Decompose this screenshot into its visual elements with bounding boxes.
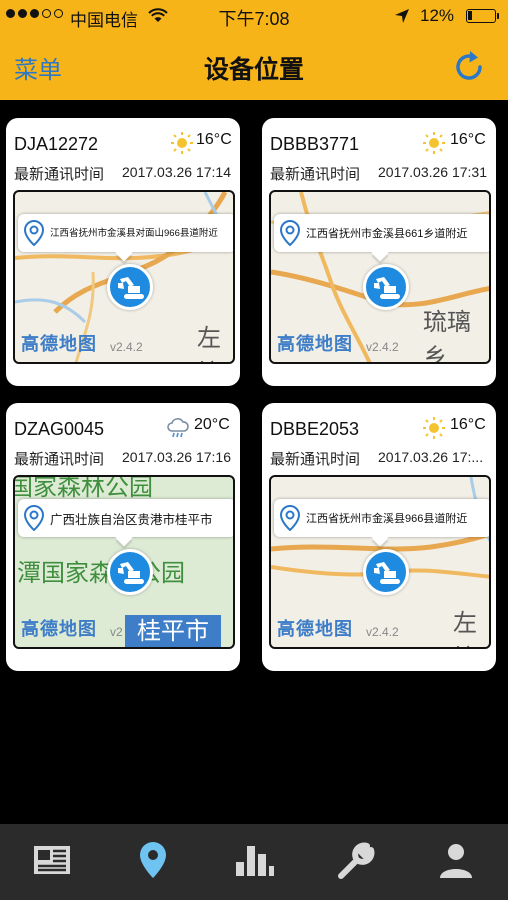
map-provider-logo: 高德地图 <box>277 619 353 639</box>
map-city-label: 桂平市 <box>125 615 221 647</box>
map-version: v2 <box>110 625 123 639</box>
map-version: v2.4.2 <box>110 340 143 354</box>
location-map[interactable]: 琉璃乡 江西省抚州市金溪县661乡道附近 高德地图 v2.4.2 <box>269 190 491 364</box>
temperature: 20°C <box>194 416 230 433</box>
temperature: 16°C <box>450 416 486 433</box>
device-id: DZAG0045 <box>14 419 105 439</box>
location-pin-icon <box>280 505 300 531</box>
address-bubble: 江西省抚州市金溪县966县道附近 <box>274 499 489 537</box>
sunny-icon <box>171 132 193 154</box>
excavator-icon <box>374 562 400 584</box>
excavator-icon <box>374 277 400 299</box>
comm-time-label: 最新通讯时间 <box>270 451 361 468</box>
battery-icon <box>466 9 499 23</box>
status-bar: 中国电信 下午7:08 12% <box>0 0 508 32</box>
comm-time-label: 最新通讯时间 <box>14 166 105 183</box>
device-card[interactable]: DBBE2053 16°C 最新通讯时间 2017.03.26 17:... 左… <box>262 403 496 671</box>
address-bubble: 广西壮族自治区贵港市桂平市 <box>18 499 233 537</box>
address-bubble: 江西省抚州市金溪县对面山966县道附近 <box>18 214 233 252</box>
excavator-icon <box>118 562 144 584</box>
map-place-label: 国家森林公园 <box>13 475 153 501</box>
map-place-label: 左垃 <box>453 610 477 647</box>
comm-time-value: 2017.03.26 17:... <box>378 449 484 465</box>
location-pin-icon <box>24 220 44 246</box>
refresh-icon[interactable] <box>450 48 488 86</box>
excavator-marker[interactable] <box>107 264 153 310</box>
battery-percentage: 12% <box>420 6 455 25</box>
map-provider-logo: 高德地图 <box>21 619 97 639</box>
map-version: v2.4.2 <box>366 340 399 354</box>
page-title: 设备位置 <box>203 56 304 84</box>
excavator-icon <box>118 277 144 299</box>
device-card[interactable]: DJA12272 16°C 最新通讯时间 2017.03.26 17:14 左垃… <box>6 118 240 386</box>
device-card[interactable]: DBBB3771 16°C 最新通讯时间 2017.03.26 17:31 琉璃… <box>262 118 496 386</box>
map-provider-logo: 高德地图 <box>21 334 97 354</box>
comm-time-value: 2017.03.26 17:31 <box>378 164 487 180</box>
comm-time-label: 最新通讯时间 <box>14 451 105 468</box>
device-card[interactable]: DZAG0045 20°C 最新通讯时间 2017.03.26 17:16 国家… <box>6 403 240 671</box>
news-icon[interactable] <box>30 838 74 882</box>
location-pin-icon <box>280 220 300 246</box>
rainy-icon <box>167 418 189 438</box>
excavator-marker[interactable] <box>363 264 409 310</box>
device-id: DBBB3771 <box>270 134 360 154</box>
temperature: 16°C <box>196 131 232 148</box>
person-icon[interactable] <box>434 838 478 882</box>
excavator-marker[interactable] <box>107 549 153 595</box>
location-map[interactable]: 左垃 江西省抚州市金溪县966县道附近 高德地图 v2.4.2 <box>269 475 491 649</box>
location-arrow-icon <box>395 9 409 23</box>
excavator-marker[interactable] <box>363 549 409 595</box>
address-bubble: 江西省抚州市金溪县661乡道附近 <box>274 214 489 252</box>
bar-chart-icon[interactable] <box>232 838 276 882</box>
map-place-label: 琉璃乡 <box>423 309 471 364</box>
comm-time-label: 最新通讯时间 <box>270 166 361 183</box>
device-address: 江西省抚州市金溪县对面山966县道附近 <box>50 228 218 239</box>
device-address: 江西省抚州市金溪县966县道附近 <box>306 513 468 525</box>
device-address: 广西壮族自治区贵港市桂平市 <box>50 513 213 527</box>
device-id: DBBE2053 <box>270 419 360 439</box>
device-address: 江西省抚州市金溪县661乡道附近 <box>306 228 468 240</box>
device-id: DJA12272 <box>14 134 99 154</box>
comm-time-value: 2017.03.26 17:14 <box>122 164 231 180</box>
location-map[interactable]: 左垃 江西省抚州市金溪县对面山966县道附近 高德地图 v2.4.2 <box>13 190 235 364</box>
sunny-icon <box>423 132 445 154</box>
location-map[interactable]: 国家森林公园 潭国家森林公园 桂平市 广西壮族自治区贵港市桂平市 高德地图 v2 <box>13 475 235 649</box>
sunny-icon <box>423 417 445 439</box>
location-pin-icon <box>24 505 44 531</box>
location-pin-icon[interactable] <box>131 838 175 882</box>
bottom-tab-bar <box>0 824 508 900</box>
wrench-icon[interactable] <box>333 838 377 882</box>
map-provider-logo: 高德地图 <box>277 334 353 354</box>
temperature: 16°C <box>450 131 486 148</box>
comm-time-value: 2017.03.26 17:16 <box>122 449 231 465</box>
top-header: 中国电信 下午7:08 12% 菜单 设备位置 <box>0 0 508 100</box>
map-place-label: 潭国家森林公园 <box>17 560 185 587</box>
map-place-label: 左垃 <box>197 325 221 362</box>
map-version: v2.4.2 <box>366 625 399 639</box>
